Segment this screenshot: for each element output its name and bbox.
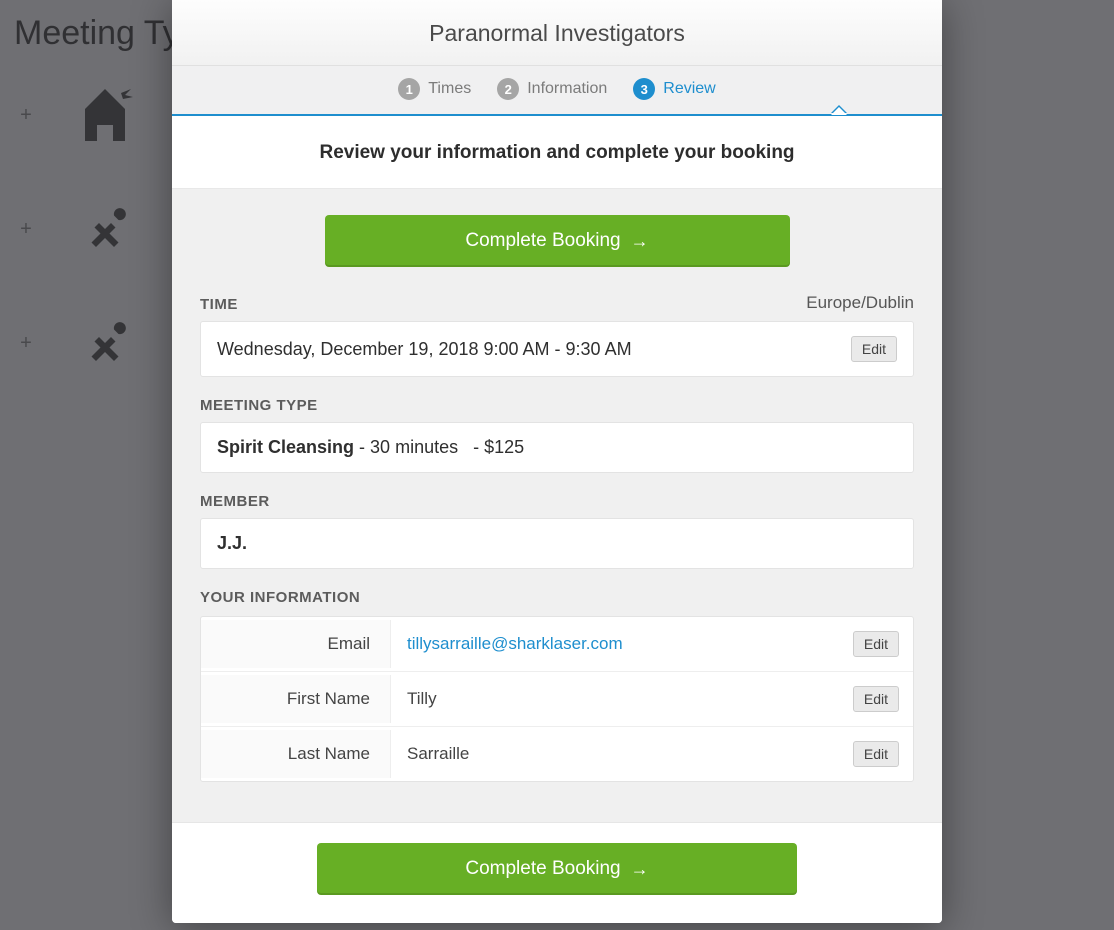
step-label: Times [428, 80, 471, 98]
info-value-firstname: Tilly [391, 689, 853, 709]
step-label: Review [663, 80, 715, 98]
step-number: 2 [497, 78, 519, 100]
meeting-type-separator: - [359, 437, 370, 457]
meeting-type-price: $125 [484, 437, 524, 457]
complete-button-label: Complete Booking [465, 858, 620, 880]
info-label: Email [201, 620, 391, 668]
info-value-lastname: Sarraille [391, 744, 853, 764]
time-box: Wednesday, December 19, 2018 9:00 AM - 9… [200, 321, 914, 377]
your-info-section-label: YOUR INFORMATION [200, 589, 914, 606]
your-info-table: Email tillysarraille@sharklaser.com Edit… [200, 616, 914, 782]
arrow-right-icon: → [631, 859, 649, 880]
info-row-email: Email tillysarraille@sharklaser.com Edit [201, 617, 913, 672]
step-number: 1 [398, 78, 420, 100]
modal-footer: Complete Booking → [172, 822, 942, 923]
arrow-right-icon: → [631, 231, 649, 252]
edit-time-button[interactable]: Edit [851, 336, 897, 362]
info-label: Last Name [201, 730, 391, 778]
time-value: Wednesday, December 19, 2018 9:00 AM - 9… [217, 339, 632, 360]
booking-modal: Paranormal Investigators 1 Times 2 Infor… [172, 0, 942, 923]
complete-booking-button-top[interactable]: Complete Booking → [325, 215, 790, 267]
meeting-type-name: Spirit Cleansing [217, 437, 354, 457]
timezone-label: Europe/Dublin [806, 293, 914, 313]
complete-button-label: Complete Booking [465, 230, 620, 252]
step-bar: 1 Times 2 Information 3 Review [172, 66, 942, 116]
review-body: Complete Booking → TIME Europe/Dublin We… [172, 189, 942, 822]
complete-booking-button-bottom[interactable]: Complete Booking → [317, 843, 797, 895]
step-review[interactable]: 3 Review [633, 78, 715, 100]
meeting-type-section-label: MEETING TYPE [200, 397, 914, 414]
member-box: J.J. [200, 518, 914, 569]
edit-email-button[interactable]: Edit [853, 631, 899, 657]
meeting-type-value: Spirit Cleansing - 30 minutes - $125 [217, 437, 524, 458]
info-row-lastname: Last Name Sarraille Edit [201, 727, 913, 781]
meeting-type-box: Spirit Cleansing - 30 minutes - $125 [200, 422, 914, 473]
edit-lastname-button[interactable]: Edit [853, 741, 899, 767]
member-value: J.J. [217, 533, 247, 554]
review-heading: Review your information and complete you… [172, 116, 942, 189]
meeting-type-separator: - [463, 437, 484, 457]
info-value-email[interactable]: tillysarraille@sharklaser.com [391, 634, 853, 654]
step-information[interactable]: 2 Information [497, 78, 607, 100]
step-indicator-arrow [831, 107, 847, 115]
meeting-type-duration: 30 minutes [370, 437, 458, 457]
modal-title: Paranormal Investigators [172, 0, 942, 66]
member-section-label: MEMBER [200, 493, 914, 510]
step-times[interactable]: 1 Times [398, 78, 471, 100]
edit-firstname-button[interactable]: Edit [853, 686, 899, 712]
time-section-label: TIME [200, 296, 238, 313]
info-label: First Name [201, 675, 391, 723]
step-label: Information [527, 80, 607, 98]
step-number: 3 [633, 78, 655, 100]
info-row-firstname: First Name Tilly Edit [201, 672, 913, 727]
